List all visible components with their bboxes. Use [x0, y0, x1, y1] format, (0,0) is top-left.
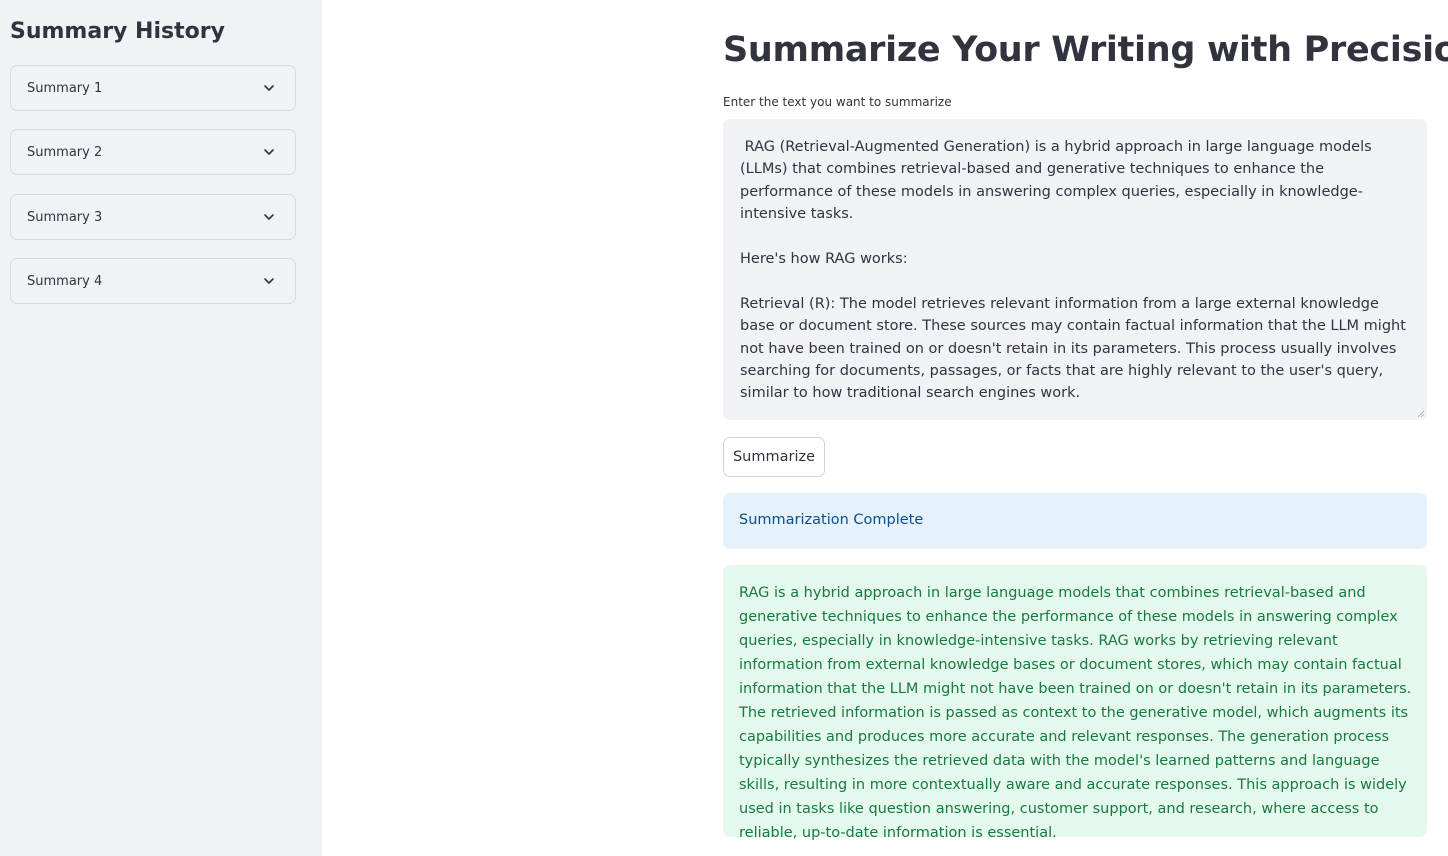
chevron-down-icon — [264, 278, 274, 284]
summarize-button[interactable]: Summarize — [723, 437, 825, 477]
chevron-down-icon — [264, 214, 274, 220]
sidebar-title: Summary History — [10, 19, 225, 44]
info-message: Summarization Complete — [739, 512, 924, 528]
resize-handle-icon[interactable] — [1417, 410, 1425, 418]
summary-output-text: RAG is a hybrid approach in large langua… — [739, 585, 1412, 841]
summary-output-alert: RAG is a hybrid approach in large langua… — [723, 565, 1427, 841]
expander-label: Summary 1 — [27, 81, 103, 96]
text-input-area[interactable]: RAG (Retrieval-Augmented Generation) is … — [723, 119, 1427, 420]
sidebar: Summary History Summary 1 Summary 2 Summ… — [0, 0, 322, 856]
summary-expander-1[interactable]: Summary 1 — [10, 65, 296, 111]
expander-label: Summary 2 — [27, 145, 103, 160]
summary-expander-3[interactable]: Summary 3 — [10, 194, 296, 240]
summary-expander-4[interactable]: Summary 4 — [10, 258, 296, 304]
chevron-down-icon — [264, 149, 274, 155]
expander-label: Summary 3 — [27, 210, 103, 225]
page-title: Summarize Your Writing with Precision! — [723, 30, 1448, 70]
info-alert: Summarization Complete — [723, 493, 1427, 549]
summary-expander-2[interactable]: Summary 2 — [10, 129, 296, 175]
expander-label: Summary 4 — [27, 274, 103, 289]
chevron-down-icon — [264, 85, 274, 91]
text-input-label: Enter the text you want to summarize — [723, 95, 952, 109]
text-input-value[interactable]: RAG (Retrieval-Augmented Generation) is … — [740, 136, 1412, 420]
